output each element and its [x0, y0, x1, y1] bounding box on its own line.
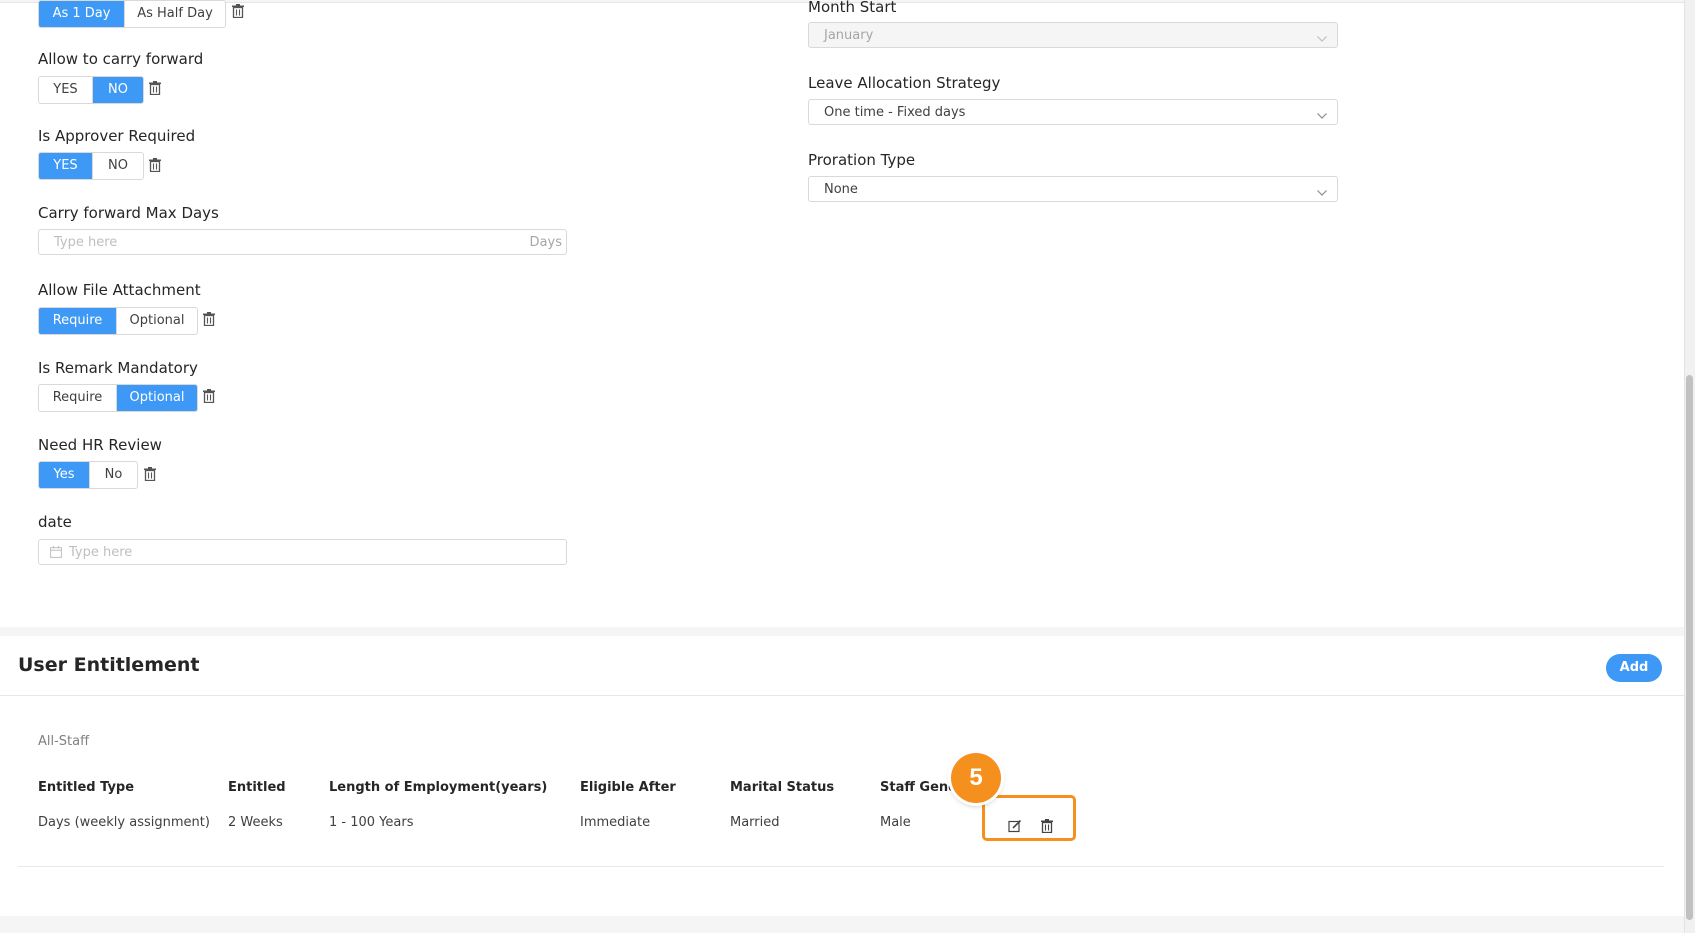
option-yes[interactable]: YES [39, 153, 93, 179]
divider [0, 695, 1684, 696]
action-highlight-box [982, 795, 1076, 841]
option-optional[interactable]: Optional [117, 385, 197, 411]
chevron-down-icon [1317, 31, 1327, 46]
cell-entitled: 2 Weeks [228, 815, 283, 830]
column-header-entitled-type: Entitled Type [38, 780, 135, 795]
trash-icon[interactable] [144, 467, 156, 481]
leave-settings-panel [0, 2, 1684, 627]
trash-icon[interactable] [232, 4, 244, 18]
days-suffix: Days [529, 235, 562, 250]
file-attachment-label: Allow File Attachment [38, 281, 201, 299]
date-label: date [38, 513, 72, 531]
column-header-entitled: Entitled [228, 780, 286, 795]
cell-marital-status: Married [730, 815, 780, 830]
section-title: User Entitlement [18, 654, 200, 676]
month-start-label: Month Start [808, 0, 897, 16]
chevron-down-icon [1317, 108, 1327, 123]
proration-type-select[interactable]: None [808, 176, 1338, 202]
carry-forward-max-label: Carry forward Max Days [38, 204, 219, 222]
column-header-marital-status: Marital Status [730, 780, 835, 795]
carry-forward-max-input[interactable]: Type here Days [38, 229, 567, 255]
column-header-employment-length: Length of Employment(years) [329, 780, 548, 795]
calendar-icon [50, 546, 62, 562]
carry-forward-label: Allow to carry forward [38, 50, 204, 68]
trash-icon[interactable] [203, 312, 215, 326]
trash-icon[interactable] [149, 81, 161, 95]
allocation-strategy-label: Leave Allocation Strategy [808, 74, 1001, 92]
approver-required-label: Is Approver Required [38, 127, 196, 145]
column-header-staff-gender: Staff Gend [880, 780, 958, 795]
cell-staff-gender: Male [880, 815, 911, 830]
group-label: All-Staff [38, 734, 90, 749]
option-optional[interactable]: Optional [117, 308, 197, 334]
allocation-strategy-select[interactable]: One time - Fixed days [808, 99, 1338, 125]
option-no[interactable]: NO [93, 153, 143, 179]
approver-required-toggle: YES NO [38, 152, 144, 180]
remark-mandatory-label: Is Remark Mandatory [38, 359, 198, 377]
file-attachment-toggle: Require Optional [38, 307, 198, 335]
option-no[interactable]: NO [93, 77, 143, 103]
option-as-1-day[interactable]: As 1 Day [39, 1, 125, 27]
selected-value: None [824, 182, 858, 197]
user-entitlement-panel [0, 636, 1684, 916]
date-input[interactable]: Type here [38, 539, 567, 565]
column-header-eligible-after: Eligible After [580, 780, 676, 795]
selected-value: One time - Fixed days [824, 105, 966, 120]
selected-value: January [824, 28, 874, 43]
placeholder-text: Type here [69, 545, 133, 560]
option-require[interactable]: Require [39, 308, 117, 334]
trash-icon[interactable] [203, 389, 215, 403]
placeholder-text: Type here [54, 235, 118, 250]
hr-review-label: Need HR Review [38, 436, 162, 454]
chevron-down-icon [1317, 185, 1327, 200]
cell-entitled-type: Days (weekly assignment) [38, 815, 210, 830]
option-as-half-day[interactable]: As Half Day [125, 1, 225, 27]
month-start-select[interactable]: January [808, 22, 1338, 48]
scrollbar-thumb[interactable] [1686, 375, 1693, 920]
add-button[interactable]: Add [1606, 654, 1662, 682]
step-badge: 5 [951, 753, 1001, 803]
option-no[interactable]: No [90, 462, 137, 488]
cell-employment-length: 1 - 100 Years [329, 815, 414, 830]
hr-review-toggle: Yes No [38, 461, 138, 489]
trash-icon[interactable] [149, 158, 161, 172]
proration-type-label: Proration Type [808, 151, 916, 169]
remark-mandatory-toggle: Require Optional [38, 384, 198, 412]
carry-forward-toggle: YES NO [38, 76, 144, 104]
day-type-toggle: As 1 Day As Half Day [38, 0, 226, 28]
option-yes[interactable]: YES [39, 77, 93, 103]
cell-eligible-after: Immediate [580, 815, 651, 830]
option-yes[interactable]: Yes [39, 462, 90, 488]
option-require[interactable]: Require [39, 385, 117, 411]
table-bottom-divider [18, 866, 1664, 867]
